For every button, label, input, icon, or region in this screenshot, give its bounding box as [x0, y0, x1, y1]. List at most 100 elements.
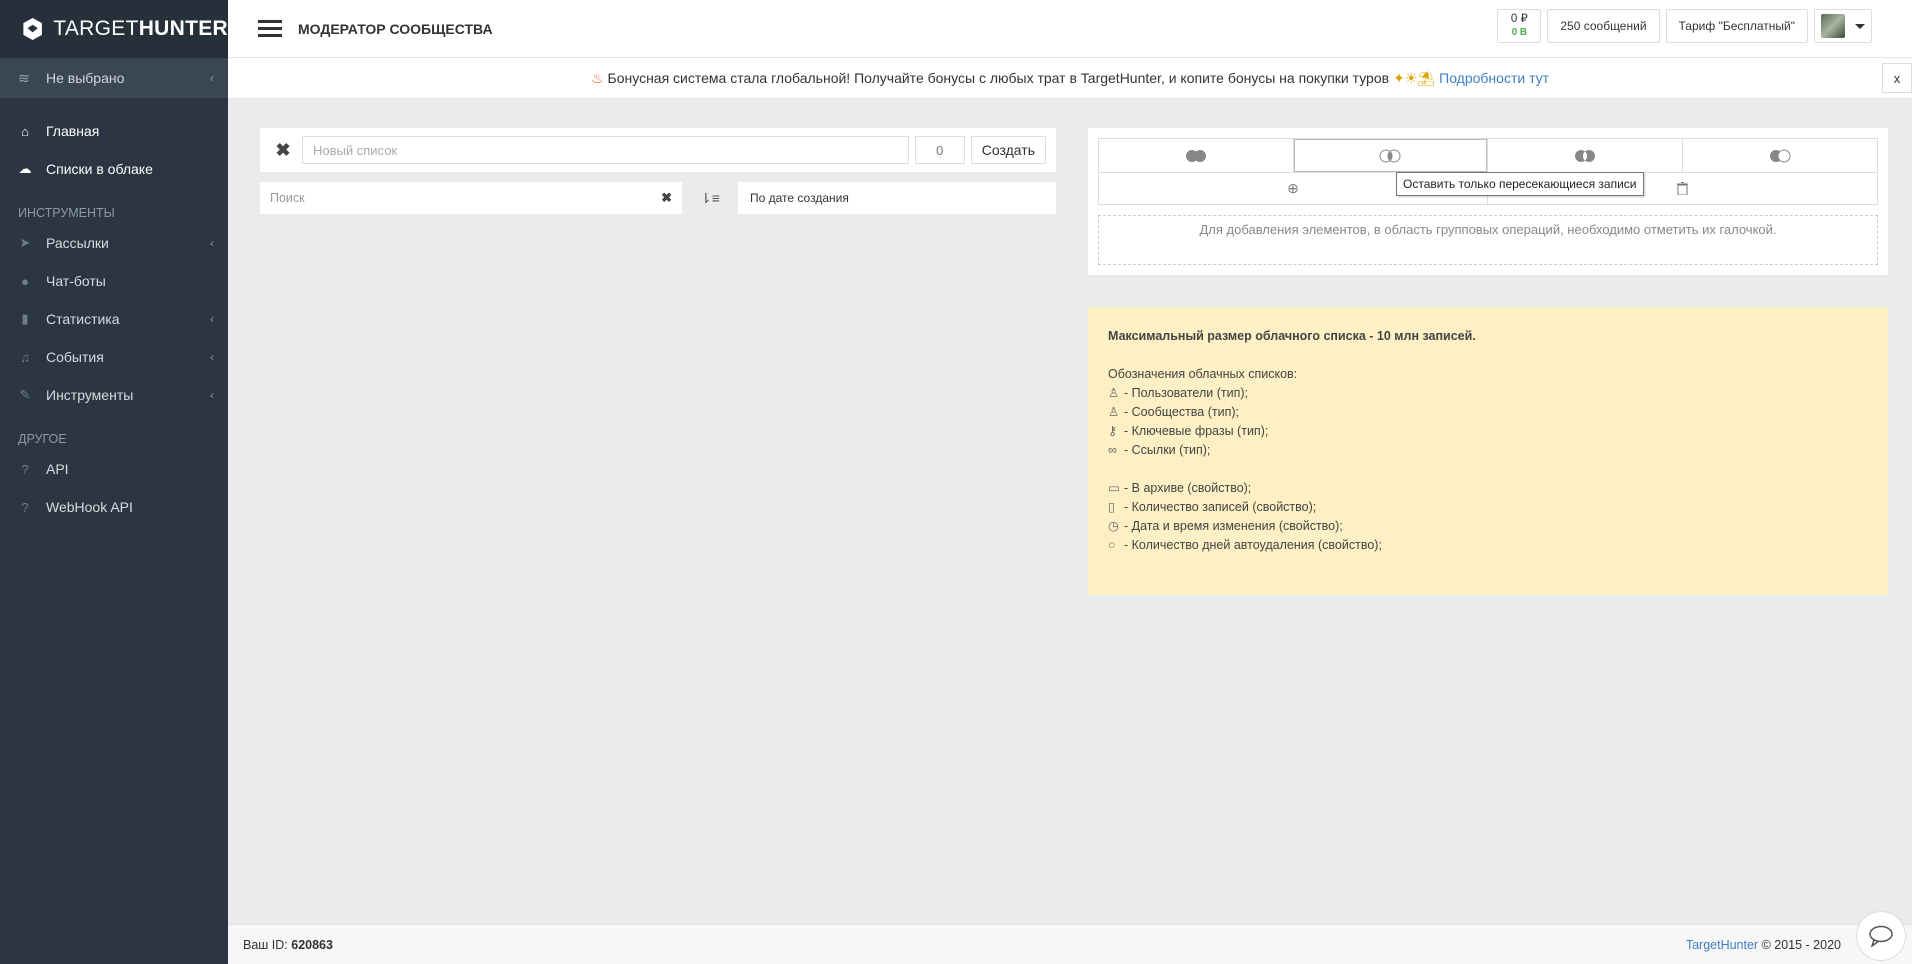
balance-bonus: 0 B: [1511, 27, 1528, 38]
legend-text: - Ссылки (тип);: [1124, 443, 1211, 457]
group-dropzone: Для добавления элементов, в область груп…: [1098, 215, 1878, 265]
project-selector[interactable]: ≋ Не выбрано ‹: [0, 58, 228, 98]
legend-text: - Количество дней автоудаления (свойство…: [1124, 538, 1382, 552]
info-headline: Максимальный размер облачного списка - 1…: [1108, 329, 1476, 343]
project-label: Не выбрано: [46, 70, 125, 86]
union-icon: [1185, 149, 1206, 162]
footer-copyright: TargetHunter © 2015 - 2020: [1686, 938, 1841, 952]
menu-icon[interactable]: [258, 16, 282, 41]
sidebar-item-label: API: [46, 461, 69, 477]
logo-icon: [23, 18, 42, 40]
help-circle-icon: ?: [21, 461, 29, 477]
legend-text: - В архиве (свойство);: [1124, 481, 1252, 495]
search-input[interactable]: Поиск ✖: [260, 182, 682, 214]
chevron-left-icon: ‹: [210, 236, 214, 250]
difference-right-op-button[interactable]: [1683, 139, 1878, 172]
legend-text: - Количество записей (свойство);: [1124, 500, 1317, 514]
avatar: [1821, 14, 1845, 38]
sidebar-item-mailings[interactable]: ➤ Рассылки ‹: [0, 224, 228, 262]
user-id-value: 620863: [291, 937, 333, 952]
user-id-label: Ваш ID:: [243, 937, 288, 952]
sidebar-item-label: Списки в облаке: [46, 161, 153, 177]
legend-title: Обозначения облачных списков:: [1108, 367, 1298, 381]
sidebar-item-tools[interactable]: ✎ Инструменты ‹: [0, 376, 228, 414]
tools-header: ИНСТРУМЕНТЫ: [18, 206, 115, 220]
search-clear-icon[interactable]: ✖: [661, 190, 672, 206]
chevron-left-icon: ‹: [210, 71, 214, 85]
home-icon: ⌂: [21, 123, 29, 139]
sidebar-item-events[interactable]: ♫ События ‹: [0, 338, 228, 376]
legend-row: ♙ - Пользователи (тип);: [1108, 384, 1868, 403]
chevron-left-icon: ‹: [210, 350, 214, 364]
info-box: Максимальный размер облачного списка - 1…: [1088, 307, 1888, 595]
list-count-input[interactable]: 0: [914, 136, 965, 164]
sidebar-item-label: Инструменты: [46, 387, 134, 403]
sidebar: TARGETHUNTER ≋ Не выбрано ‹ ⌂ Главная ☁ …: [0, 0, 228, 964]
main-nav: ⌂ Главная ☁ Списки в облаке: [0, 112, 228, 188]
sidebar-item-webhook-api[interactable]: ? WebHook API: [0, 488, 228, 526]
union-op-button[interactable]: [1099, 139, 1294, 172]
sidebar-item-label: Статистика: [46, 311, 120, 327]
chevron-left-icon: ‹: [210, 388, 214, 402]
legend-row: ∞ - Ссылки (тип);: [1108, 441, 1868, 460]
copyright-text: © 2015 - 2020: [1761, 937, 1841, 952]
bell-icon: ♫: [20, 349, 30, 365]
user-icon: ♙: [1108, 386, 1120, 400]
sidebar-item-api[interactable]: ? API: [0, 450, 228, 488]
cloud-upload-icon: ☁: [18, 161, 32, 176]
sidebar-item-cloud-lists[interactable]: ☁ Списки в облаке: [0, 150, 228, 188]
balance-badge[interactable]: 0 ₽ 0 B: [1497, 9, 1542, 43]
intersection-op-button[interactable]: [1294, 139, 1488, 172]
messages-button[interactable]: 250 сообщений: [1547, 9, 1660, 43]
topbar: МОДЕРАТОР СООБЩЕСТВА 0 ₽ 0 B 250 сообщен…: [228, 0, 1912, 58]
page-title: МОДЕРАТОР СООБЩЕСТВА: [298, 20, 493, 37]
help-circle-icon: ?: [21, 499, 29, 515]
tools-nav: ➤ Рассылки ‹ ● Чат-боты ▮ Статистика ‹ ♫…: [0, 224, 228, 414]
plus-circle-icon: ⊕: [1287, 180, 1299, 196]
clear-icon[interactable]: ✖: [270, 140, 296, 161]
lists-panel: ✖ Новый список 0 Создать Поиск ✖ ⇂≡ По д…: [260, 128, 1056, 214]
new-list-input[interactable]: Новый список: [302, 136, 909, 164]
legend-row: ○ - Количество дней автоудаления (свойств…: [1108, 536, 1868, 555]
create-list-row: ✖ Новый список 0 Создать: [260, 128, 1056, 172]
brand[interactable]: TARGETHUNTER: [0, 0, 228, 58]
difference-right-icon: [1769, 149, 1791, 162]
sidebar-item-home[interactable]: ⌂ Главная: [0, 112, 228, 150]
legend-text: - Ключевые фразы (тип);: [1124, 424, 1269, 438]
bar-chart-icon: ▮: [21, 311, 29, 326]
legend-row: ▯ - Количество записей (свойство);: [1108, 498, 1868, 517]
balance-rub: 0 ₽: [1510, 13, 1528, 25]
robot-icon: ●: [21, 273, 29, 289]
create-button[interactable]: Создать: [970, 136, 1046, 164]
announcement-banner: ♨ Бонусная система стала глобальной! Пол…: [228, 58, 1912, 99]
sidebar-item-chatbots[interactable]: ● Чат-боты: [0, 262, 228, 300]
footer-brand-link[interactable]: TargetHunter: [1686, 938, 1758, 952]
legend-text: - Сообщества (тип);: [1124, 405, 1239, 419]
sort-icon[interactable]: ⇂≡: [682, 190, 738, 207]
sidebar-item-label: События: [46, 349, 104, 365]
difference-left-op-button[interactable]: [1488, 139, 1683, 172]
user-menu[interactable]: [1814, 9, 1872, 43]
clock-icon: ◷: [1108, 519, 1119, 533]
banner-details-link[interactable]: Подробности тут: [1439, 70, 1549, 86]
legend-text: - Дата и время изменения (свойство);: [1124, 519, 1343, 533]
chat-button[interactable]: [1856, 911, 1906, 961]
group-icon: ♙: [1108, 405, 1120, 419]
legend-row: ▭ - В архиве (свойство);: [1108, 479, 1868, 498]
link-icon: ∞: [1108, 443, 1117, 457]
search-placeholder: Поиск: [270, 191, 305, 205]
trash-icon: [1677, 182, 1688, 195]
footer: Ваш ID: 620863 TargetHunter © 2015 - 202…: [228, 924, 1912, 964]
sidebar-item-statistics[interactable]: ▮ Статистика ‹: [0, 300, 228, 338]
chevron-left-icon: ‹: [210, 312, 214, 326]
sidebar-item-label: Чат-боты: [46, 273, 106, 289]
document-icon: ▯: [1108, 500, 1115, 514]
banner-close-button[interactable]: x: [1882, 63, 1912, 93]
difference-left-icon: [1574, 149, 1595, 162]
legend-text: - Пользователи (тип);: [1124, 386, 1248, 400]
archive-icon: ▭: [1108, 481, 1120, 495]
tooltip: Оставить только пересекающиеся записи: [1396, 172, 1644, 196]
tariff-button[interactable]: Тариф "Бесплатный": [1665, 9, 1808, 43]
brand-name: TARGETHUNTER: [53, 17, 228, 40]
sort-select[interactable]: По дате создания: [738, 182, 1056, 214]
